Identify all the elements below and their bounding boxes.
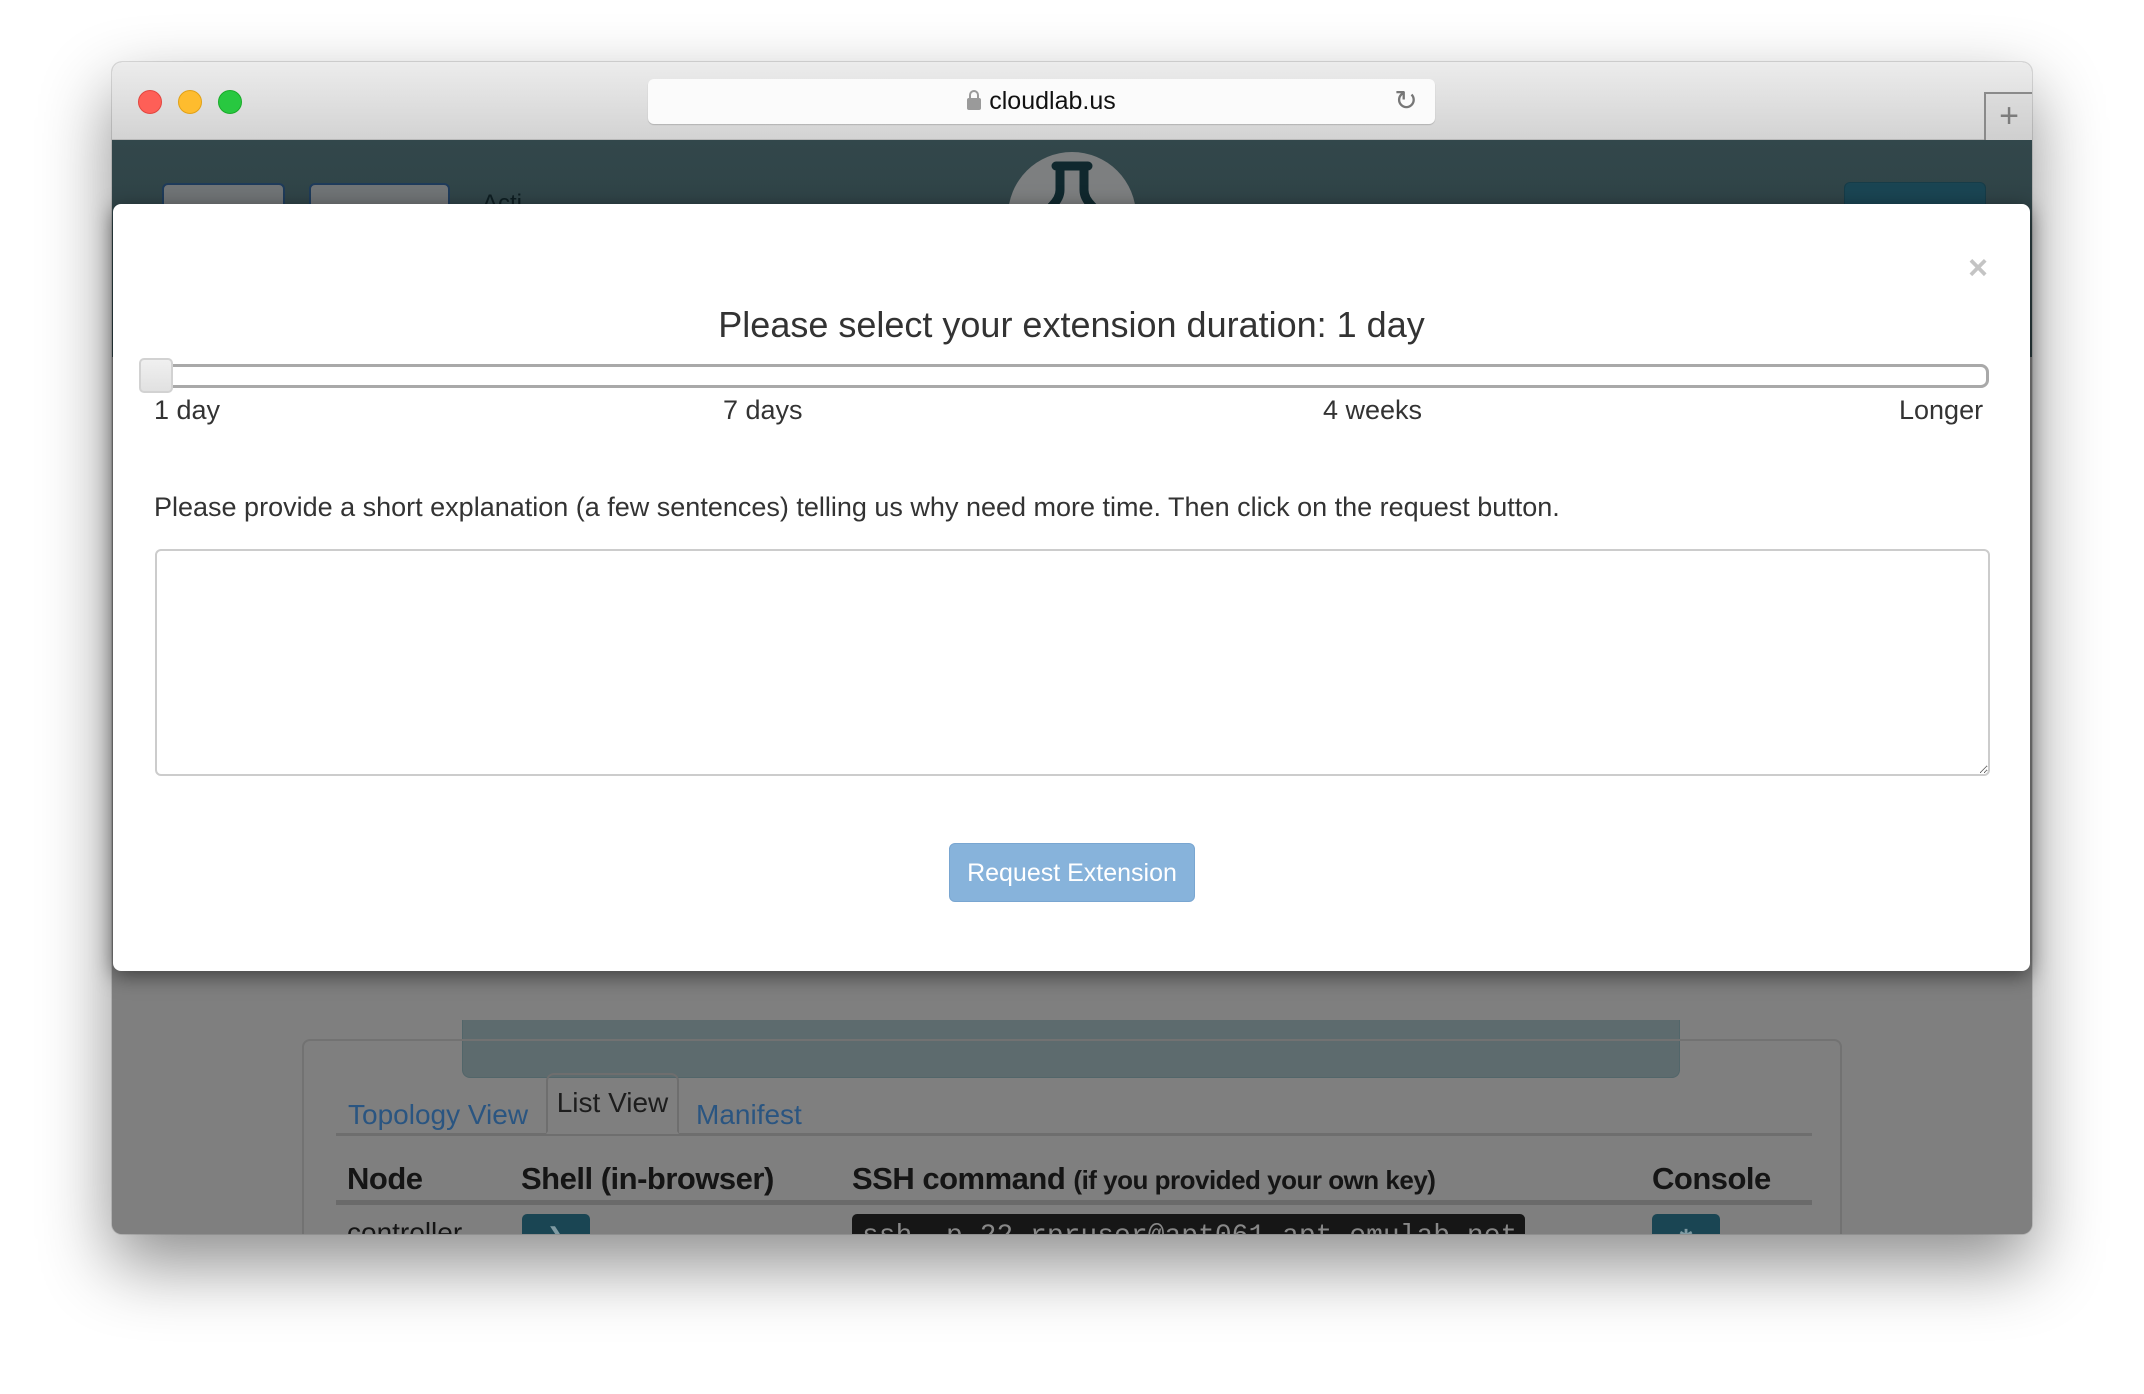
close-icon[interactable]: × <box>1963 250 1993 286</box>
table-row-node-name: controller <box>347 1217 463 1234</box>
window-maximize-button[interactable] <box>218 90 242 114</box>
request-extension-button[interactable]: Request Extension <box>949 843 1195 902</box>
terminal-icon: ❯ <box>547 1223 565 1234</box>
table-header-divider <box>336 1200 1812 1205</box>
extension-modal: × Please select your extension duration:… <box>113 204 2030 971</box>
explanation-textarea[interactable] <box>155 549 1990 776</box>
column-header-shell: Shell (in-browser) <box>521 1161 774 1196</box>
slider-tick-label: 7 days <box>723 395 803 425</box>
column-header-console: Console <box>1652 1161 1771 1196</box>
address-bar-text[interactable]: cloudlab.us <box>648 79 1435 124</box>
address-bar[interactable]: cloudlab.us ↻ <box>648 79 1435 124</box>
asterisk-icon: ✱ <box>1678 1226 1693 1234</box>
new-tab-button[interactable]: + <box>1984 92 2032 140</box>
duration-slider-track[interactable] <box>139 364 1989 388</box>
shell-button: ❯ <box>522 1214 590 1234</box>
window-minimize-button[interactable] <box>178 90 202 114</box>
modal-title: Please select your extension duration: 1… <box>718 304 1425 345</box>
url-label: cloudlab.us <box>989 87 1116 115</box>
ssh-header-note: (if you provided your own key) <box>1073 1165 1436 1195</box>
tab-list-view: List View <box>546 1073 679 1134</box>
browser-titlebar: cloudlab.us ↻ + <box>112 62 2032 140</box>
slider-tick-label: 1 day <box>154 395 221 425</box>
slider-tick-label: 4 weeks <box>1323 395 1423 425</box>
lock-icon <box>967 90 982 110</box>
duration-slider-handle[interactable] <box>139 358 173 393</box>
column-header-ssh: SSH command (if you provided your own ke… <box>852 1161 1436 1197</box>
ssh-header-label: SSH command <box>852 1161 1066 1196</box>
column-header-node: Node <box>347 1161 423 1196</box>
plus-icon: + <box>1999 97 2019 135</box>
reload-icon[interactable]: ↻ <box>1391 85 1421 117</box>
experiment-panel: Topology View List View Manifest Node Sh… <box>302 1039 1842 1234</box>
slider-tick-label: Longer <box>1899 395 1984 425</box>
explanation-instructions: Please provide a short explanation (a fe… <box>154 492 1560 522</box>
window-close-button[interactable] <box>138 90 162 114</box>
tab-topology-view: Topology View <box>348 1099 529 1130</box>
ssh-command: ssh -p 22 rpruser@apt061.apt.emulab.net <box>852 1214 1525 1234</box>
tab-manifest: Manifest <box>696 1099 802 1130</box>
console-button: ✱ <box>1652 1214 1720 1234</box>
